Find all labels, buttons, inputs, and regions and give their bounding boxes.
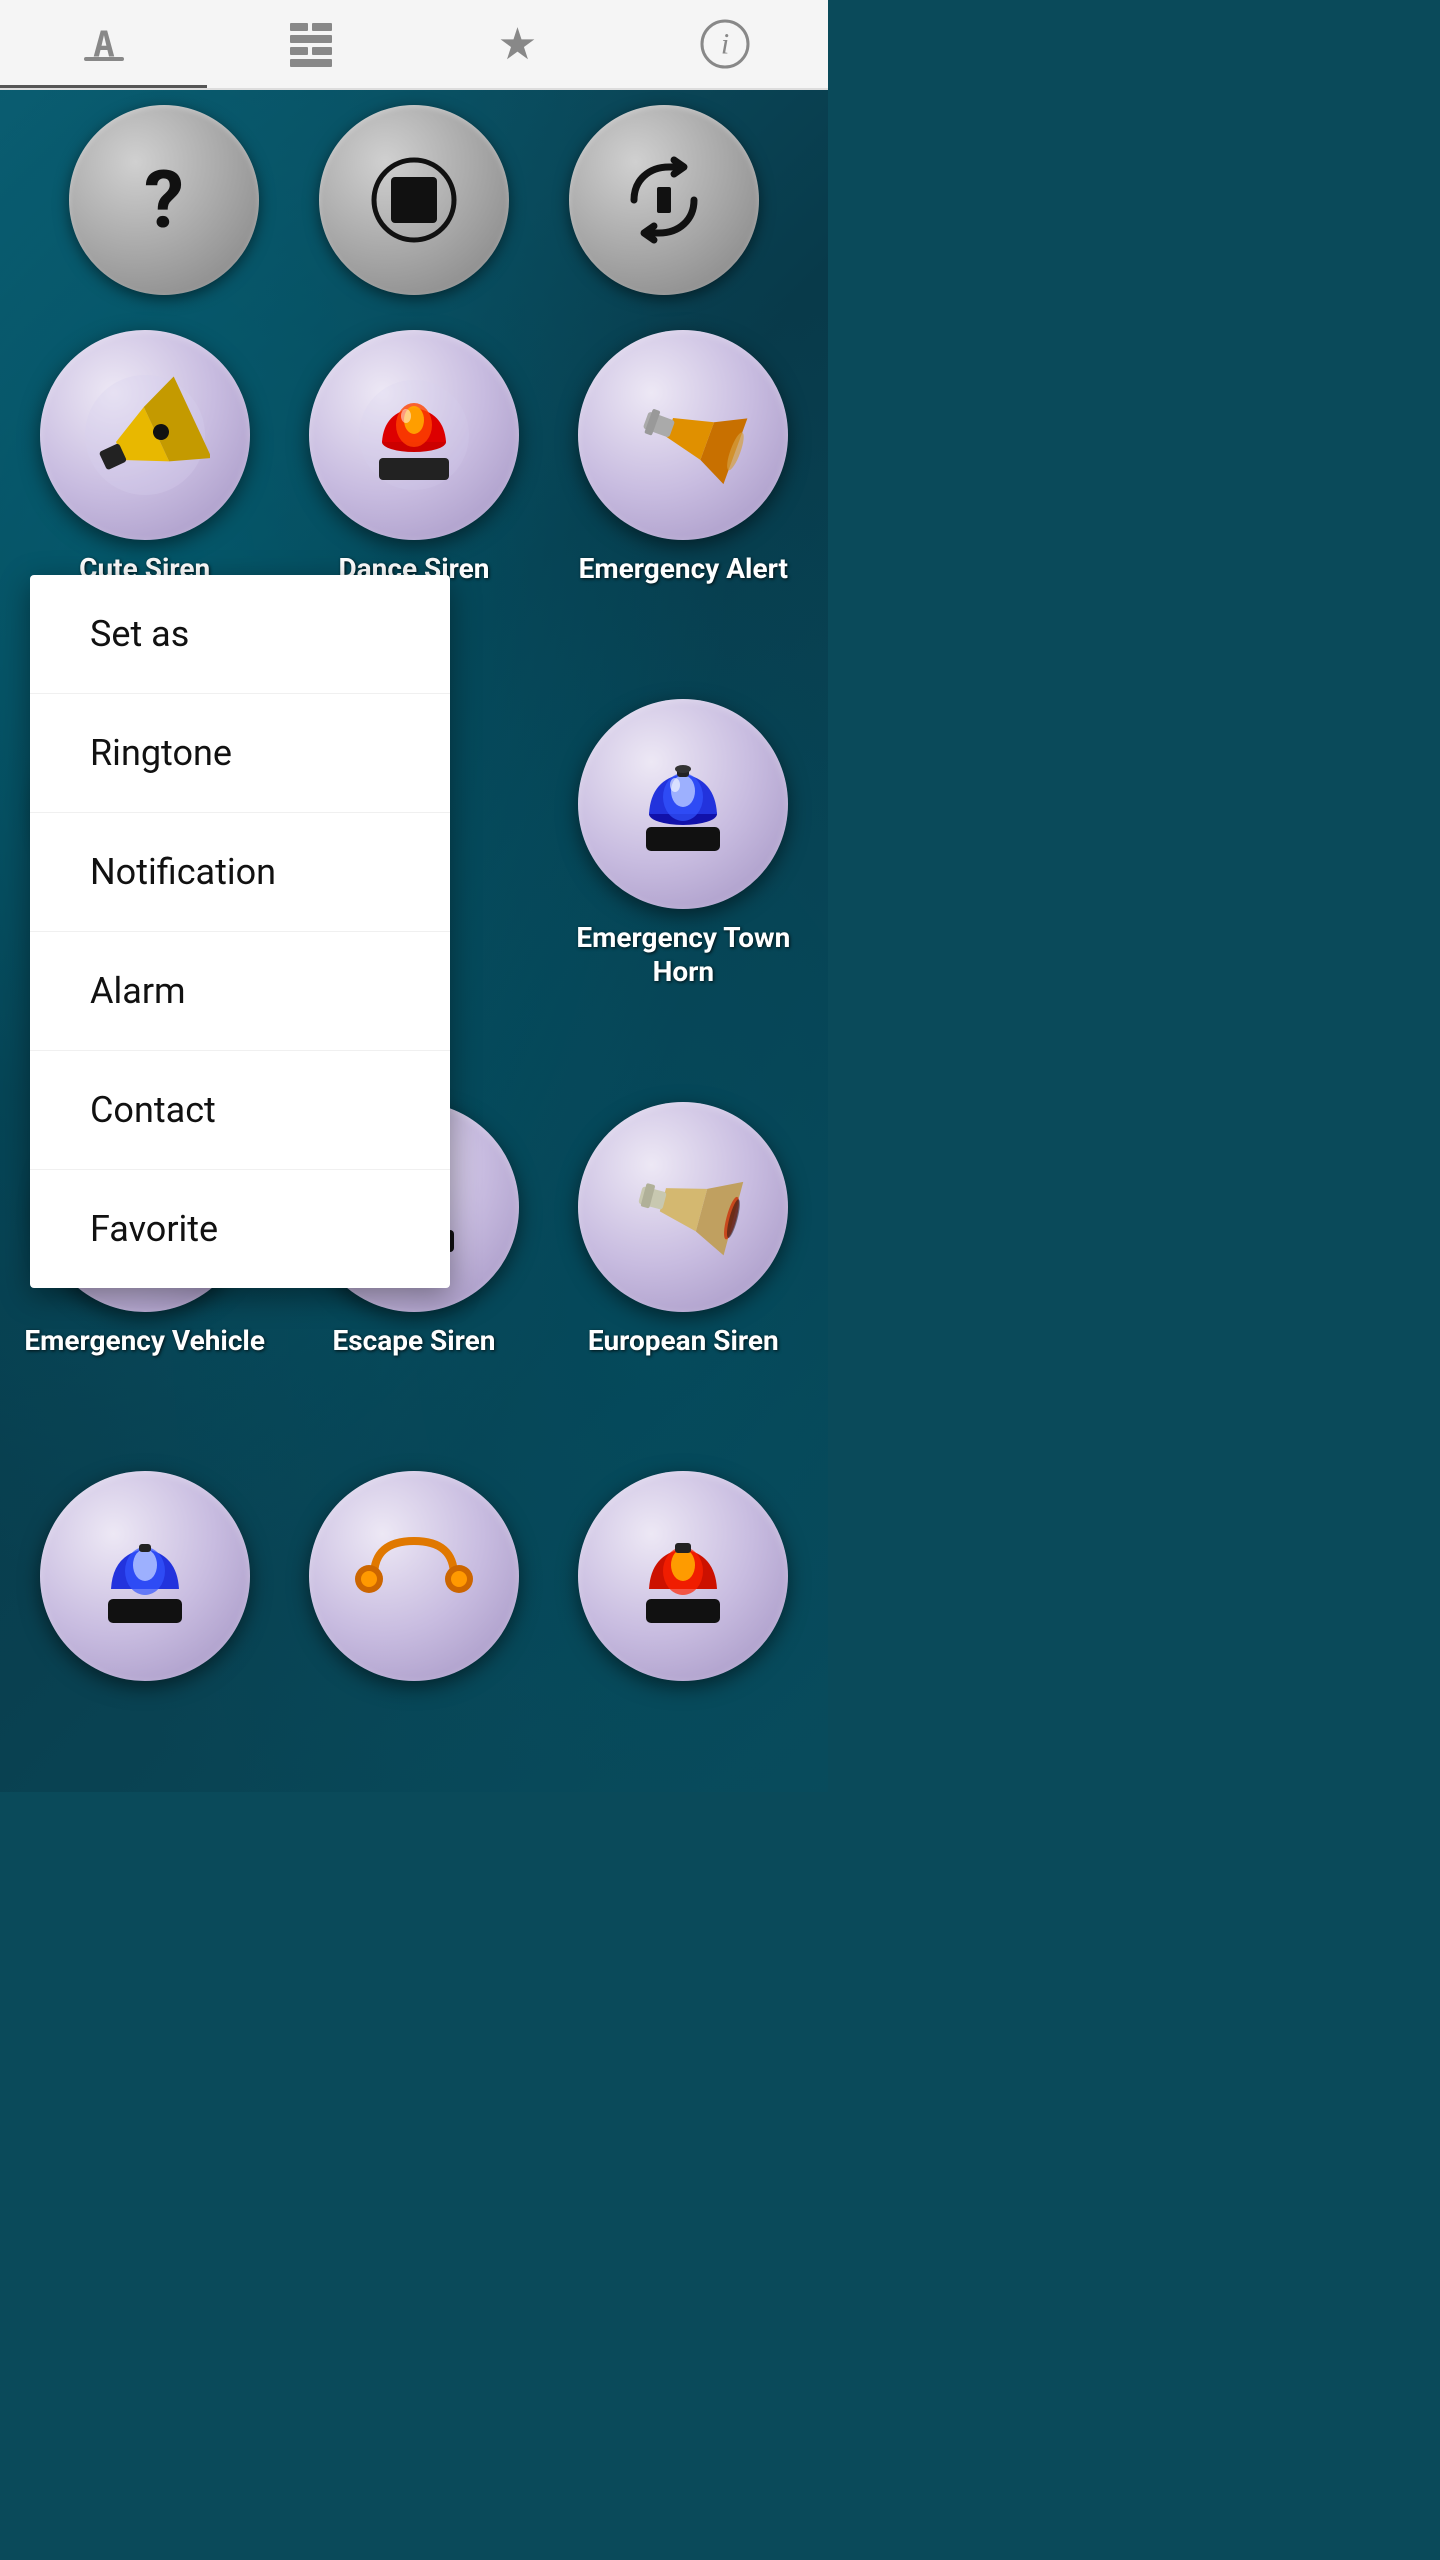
menu-ringtone[interactable]: Ringtone <box>30 694 450 813</box>
dance-siren-icon <box>309 330 519 540</box>
emergency-alert-label: Emergency Alert <box>579 552 788 586</box>
blue-siren-svg <box>618 739 748 869</box>
escape-siren-label: Escape Siren <box>332 1324 495 1358</box>
sound-bottom-1[interactable] <box>10 1456 279 1782</box>
tab-alpha[interactable]: A <box>74 14 134 74</box>
cute-siren-icon <box>40 330 250 540</box>
emergency-vehicle-label: Emergency Vehicle <box>24 1324 265 1358</box>
emergency-alert-icon <box>578 330 788 540</box>
bottom-red-siren-svg <box>618 1511 748 1641</box>
european-siren-svg <box>618 1142 748 1272</box>
bottom-3-icon <box>578 1471 788 1681</box>
menu-notification[interactable]: Notification <box>30 813 450 932</box>
tab-info[interactable]: i <box>695 14 755 74</box>
megaphone-yellow-svg <box>80 370 210 500</box>
european-siren-icon <box>578 1102 788 1312</box>
bottom-1-icon <box>40 1471 250 1681</box>
controls-row: ? <box>0 90 828 310</box>
context-menu: Set as Ringtone Notification Alarm Conta… <box>30 575 450 1288</box>
sound-bottom-3[interactable] <box>549 1456 818 1782</box>
tab-grid[interactable] <box>281 14 341 74</box>
tab-favorites[interactable]: ★ <box>488 14 548 74</box>
orange-megaphone-svg <box>618 370 748 500</box>
sound-european-siren[interactable]: European Siren <box>549 1087 818 1446</box>
sound-emergency-town-horn[interactable]: Emergency Town Horn <box>549 684 818 1077</box>
help-icon: ? <box>144 153 184 247</box>
repeat-icon <box>619 155 709 245</box>
menu-favorite[interactable]: Favorite <box>30 1170 450 1288</box>
earphone-svg <box>349 1511 479 1641</box>
emergency-town-horn-label: Emergency Town Horn <box>554 921 813 988</box>
sound-bottom-2[interactable] <box>279 1456 548 1782</box>
stop-icon <box>369 155 459 245</box>
menu-set-as[interactable]: Set as <box>30 575 450 694</box>
stop-button[interactable] <box>319 105 509 295</box>
red-siren-svg <box>349 370 479 500</box>
repeat-button[interactable] <box>569 105 759 295</box>
bottom-blue-siren-svg <box>80 1511 210 1641</box>
help-button[interactable]: ? <box>69 105 259 295</box>
svg-text:i: i <box>720 27 728 60</box>
sound-emergency-alert[interactable]: Emergency Alert <box>549 315 818 674</box>
bottom-2-icon <box>309 1471 519 1681</box>
menu-contact[interactable]: Contact <box>30 1051 450 1170</box>
active-tab-indicator <box>0 85 207 88</box>
european-siren-label: European Siren <box>588 1324 779 1358</box>
emergency-town-horn-icon <box>578 699 788 909</box>
menu-alarm[interactable]: Alarm <box>30 932 450 1051</box>
toolbar: A ★ i <box>0 0 828 90</box>
